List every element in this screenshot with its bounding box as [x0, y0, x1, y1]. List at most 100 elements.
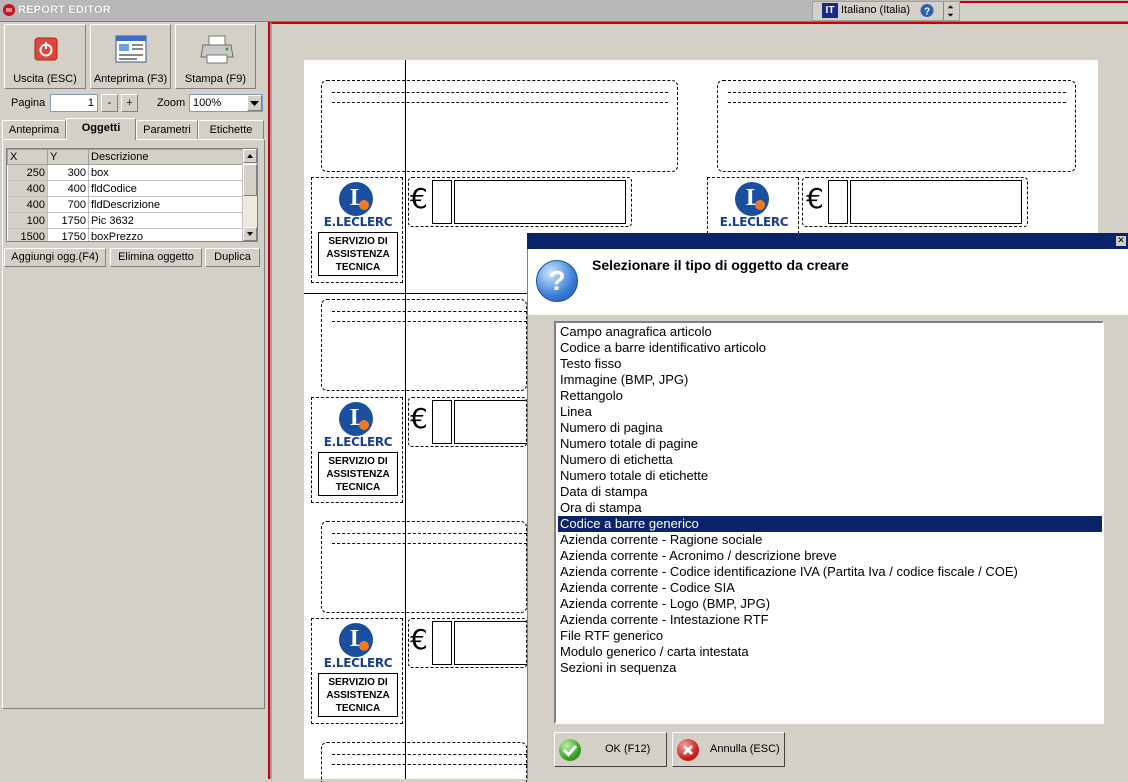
list-item[interactable]: Testo fisso: [558, 356, 1102, 372]
grid-header-x[interactable]: X: [7, 149, 48, 165]
dashed-rule: [332, 754, 527, 755]
grid-scrollbar[interactable]: [242, 149, 257, 241]
language-spin-icon[interactable]: [943, 2, 957, 20]
label-box[interactable]: [717, 80, 1076, 172]
dashed-rule: [332, 321, 527, 322]
exit-label: Uscita (ESC): [13, 73, 77, 85]
label-box[interactable]: [321, 299, 527, 391]
language-code: IT: [822, 3, 838, 18]
chevron-up-icon: [247, 154, 253, 158]
list-item[interactable]: Codice a barre identificativo articolo: [558, 340, 1102, 356]
list-item[interactable]: Immagine (BMP, JPG): [558, 372, 1102, 388]
page-label: Pagina: [11, 97, 46, 109]
scroll-thumb[interactable]: [243, 164, 257, 196]
table-row[interactable]: 400 400 fldCodice: [7, 180, 243, 197]
list-item[interactable]: Codice a barre generico: [558, 516, 1102, 532]
cancel-button[interactable]: Annulla (ESC): [672, 732, 785, 767]
list-item[interactable]: Numero totale di pagine: [558, 436, 1102, 452]
service-line: ASSISTENZA: [326, 690, 390, 701]
price-cell: [432, 400, 452, 444]
language-name: Italiano (Italia): [841, 4, 911, 16]
list-item[interactable]: Ora di stampa: [558, 500, 1102, 516]
euro-symbol: €: [410, 182, 428, 215]
list-item[interactable]: Data di stampa: [558, 484, 1102, 500]
dashed-rule: [728, 92, 1066, 93]
cell-descrizione: fldDescrizione: [88, 196, 243, 213]
preview-button[interactable]: Anteprima (F3): [90, 24, 171, 89]
list-item[interactable]: Numero di pagina: [558, 420, 1102, 436]
list-item[interactable]: File RTF generico: [558, 628, 1102, 644]
price-cell: [828, 180, 848, 224]
leclerc-logo-block[interactable]: L E.LECLERC SERVIZIO DI ASSISTENZA TECNICA: [311, 618, 403, 724]
cell-descrizione: box: [88, 164, 243, 181]
tab-parametri[interactable]: Parametri: [136, 120, 198, 139]
add-object-button[interactable]: Aggiungi ogg.(F4): [4, 248, 106, 267]
object-type-list[interactable]: Campo anagrafica articolo Codice a barre …: [554, 321, 1104, 724]
list-item[interactable]: Numero totale di etichette: [558, 468, 1102, 484]
price-cell: [850, 180, 1022, 224]
list-item[interactable]: Azienda corrente - Codice SIA: [558, 580, 1102, 596]
help-icon[interactable]: ?: [918, 3, 936, 18]
dashed-rule: [728, 102, 1066, 103]
page-input[interactable]: 1: [50, 94, 98, 112]
zoom-dropdown-button[interactable]: [247, 95, 262, 111]
tab-oggetti[interactable]: Oggetti: [66, 118, 136, 140]
list-item[interactable]: Azienda corrente - Ragione sociale: [558, 532, 1102, 548]
exit-button[interactable]: Uscita (ESC): [4, 24, 86, 89]
zoom-label: Zoom: [157, 97, 186, 109]
table-row[interactable]: 1500 1750 boxPrezzo: [7, 228, 243, 241]
dialog-title-bar: [527, 233, 1128, 249]
list-item[interactable]: Azienda corrente - Acronimo / descrizion…: [558, 548, 1102, 564]
label-box[interactable]: [321, 80, 678, 172]
grid-header-descrizione[interactable]: Descrizione: [88, 149, 243, 165]
page-minus-button[interactable]: -: [101, 94, 118, 112]
list-item[interactable]: Azienda corrente - Codice identificazion…: [558, 564, 1102, 580]
service-line: TECNICA: [335, 703, 381, 714]
cell-x: 1500: [7, 228, 48, 241]
list-item[interactable]: Linea: [558, 404, 1102, 420]
grid-header-y[interactable]: Y: [47, 149, 89, 165]
power-icon: [34, 37, 58, 61]
tab-etichette[interactable]: Etichette: [198, 120, 264, 139]
svg-text:?: ?: [924, 7, 930, 18]
list-item[interactable]: Numero di etichetta: [558, 452, 1102, 468]
list-item[interactable]: Modulo generico / carta intestata: [558, 644, 1102, 660]
leclerc-brand: E.LECLERC: [323, 656, 393, 670]
table-row[interactable]: 100 1750 Pic 3632: [7, 212, 243, 229]
leclerc-logo-block[interactable]: L E.LECLERC SERVIZIO DI ASSISTENZA TECNICA: [311, 397, 403, 503]
table-row[interactable]: 250 300 box: [7, 164, 243, 181]
window-preview-icon: [115, 35, 147, 63]
scroll-up-button[interactable]: [243, 149, 257, 163]
label-box[interactable]: [321, 742, 527, 782]
leclerc-brand: E.LECLERC: [719, 215, 789, 229]
price-cell: [432, 180, 452, 224]
leclerc-dot-icon: [359, 641, 369, 651]
service-line: ASSISTENZA: [326, 249, 390, 260]
tab-anteprima[interactable]: Anteprima: [2, 120, 66, 139]
euro-symbol: €: [410, 402, 428, 435]
list-item[interactable]: Sezioni in sequenza: [558, 660, 1102, 676]
service-box: SERVIZIO DI ASSISTENZA TECNICA: [318, 673, 398, 717]
scroll-down-button[interactable]: [243, 227, 257, 241]
label-box[interactable]: [321, 521, 527, 613]
print-label: Stampa (F9): [184, 73, 247, 85]
guide-line-horizontal: [304, 293, 527, 294]
leclerc-logo-block[interactable]: L E.LECLERC SERVIZIO DI ASSISTENZA TECNICA: [311, 177, 403, 283]
page-plus-button[interactable]: +: [121, 94, 138, 112]
list-item[interactable]: Azienda corrente - Logo (BMP, JPG): [558, 596, 1102, 612]
list-item[interactable]: Azienda corrente - Intestazione RTF: [558, 612, 1102, 628]
chevron-down-icon: [247, 232, 253, 236]
table-row[interactable]: 400 700 fldDescrizione: [7, 196, 243, 213]
list-item[interactable]: Campo anagrafica articolo: [558, 324, 1102, 340]
delete-object-button[interactable]: Elimina oggetto: [110, 248, 202, 267]
duplicate-button[interactable]: Duplica: [205, 248, 260, 267]
print-button[interactable]: Stampa (F9): [175, 24, 256, 89]
cell-y: 1750: [47, 228, 89, 241]
cell-descrizione: boxPrezzo: [88, 228, 243, 241]
close-icon[interactable]: ✕: [1116, 236, 1126, 246]
objects-grid[interactable]: X Y Descrizione 250 300 box 400 400 fldCodic…: [6, 148, 258, 242]
ok-button[interactable]: OK (F12): [554, 732, 667, 767]
price-cell: [454, 621, 527, 665]
list-item[interactable]: Rettangolo: [558, 388, 1102, 404]
cell-descrizione: fldCodice: [88, 180, 243, 197]
